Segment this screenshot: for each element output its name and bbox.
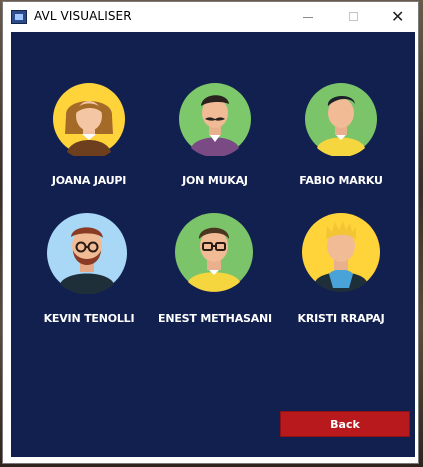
- minimize-icon: [303, 17, 313, 18]
- close-icon: ✕: [391, 7, 405, 26]
- team-member-name: FABIO MARKU: [299, 174, 383, 187]
- woman-curly-hair-icon: [52, 82, 126, 156]
- window-title: AVL VISUALISER: [34, 9, 132, 23]
- minimize-button[interactable]: [287, 2, 331, 32]
- man-short-hair-icon: [304, 82, 378, 156]
- maximize-button[interactable]: [332, 2, 376, 32]
- app-window: AVL VISUALISER ✕ JOANA JAUPI JON MUKAJ F…: [2, 1, 419, 464]
- app-icon: [11, 10, 27, 24]
- man-beard-glasses-icon: [46, 212, 128, 294]
- team-panel: JOANA JAUPI JON MUKAJ FABIO MARKU KEVIN …: [11, 32, 415, 457]
- team-member-name: JON MUKAJ: [182, 174, 248, 187]
- man-mustache-icon: [178, 82, 252, 156]
- close-button[interactable]: ✕: [375, 2, 419, 32]
- man-blond-hair-icon: [301, 212, 381, 292]
- team-member-name: KEVIN TENOLLI: [43, 312, 135, 325]
- team-member-name: KRISTI RRAPAJ: [297, 312, 385, 325]
- team-member-name: ENEST METHASANI: [158, 312, 272, 325]
- maximize-icon: [349, 12, 358, 21]
- back-button[interactable]: Back: [280, 411, 410, 437]
- man-glasses-icon: [174, 212, 254, 292]
- title-bar[interactable]: AVL VISUALISER ✕: [3, 2, 418, 32]
- team-member-name: JOANA JAUPI: [51, 174, 127, 187]
